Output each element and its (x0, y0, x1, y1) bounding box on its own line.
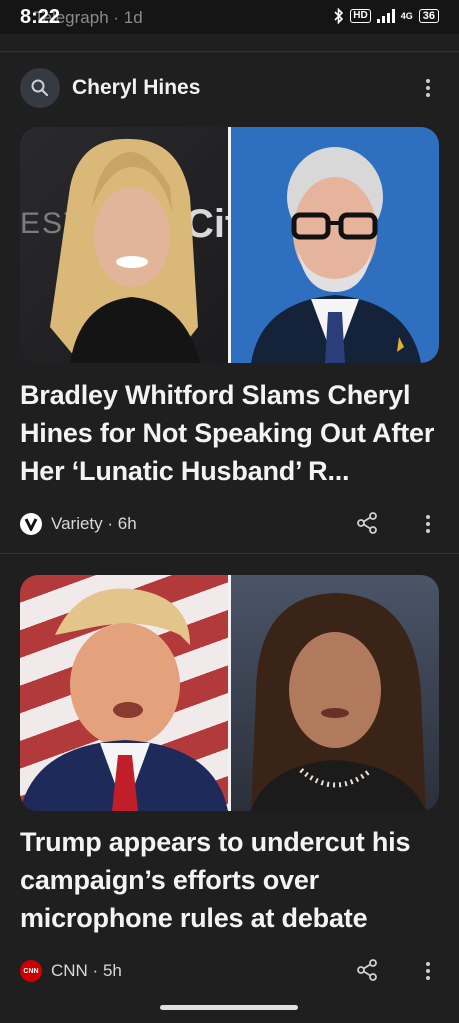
photo-donald-trump (20, 575, 228, 811)
card-divider (0, 553, 459, 554)
portrait-man (251, 147, 421, 363)
card-divider (0, 51, 459, 52)
article-source-row: CNN CNN · 5h (20, 958, 440, 984)
search-icon[interactable] (20, 68, 60, 108)
bluetooth-icon (334, 8, 344, 24)
battery-indicator: 36 (418, 9, 439, 23)
share-icon[interactable] (356, 511, 378, 535)
signal-icon (376, 9, 395, 23)
status-bar: Telegraph · 1d 8:22 HD 4G 36 (0, 0, 459, 34)
network-type: 4G (400, 11, 413, 21)
topic-title[interactable]: Cheryl Hines (72, 76, 200, 100)
status-time: 8:22 (20, 6, 61, 28)
article-more-icon[interactable] (418, 959, 438, 983)
hd-badge: HD (350, 9, 371, 23)
cnn-logo-text: CNN (23, 967, 39, 975)
photo-cheryl-hines: EST Cit (20, 127, 238, 363)
article-source-label: Variety · 6h (51, 514, 137, 533)
photo-bradley-whitford (231, 127, 439, 363)
topic-more-icon[interactable] (418, 76, 438, 100)
photo-kamala-harris (231, 575, 439, 811)
status-icons: HD 4G 36 (334, 8, 439, 24)
gesture-nav-handle[interactable] (160, 1005, 298, 1010)
portrait-man (20, 588, 228, 811)
article-image[interactable]: EST Cit (20, 127, 439, 363)
portrait-woman (251, 593, 426, 811)
portrait-woman (50, 138, 200, 363)
share-icon[interactable] (356, 958, 378, 982)
article-source-row: Variety · 6h (20, 511, 440, 537)
cnn-logo-icon: CNN (20, 960, 42, 982)
topic-header[interactable]: Cheryl Hines (20, 68, 440, 108)
article-source-label: CNN · 5h (51, 961, 122, 980)
article-headline[interactable]: Bradley Whitford Slams Cheryl Hines for … (20, 376, 440, 490)
article-more-icon[interactable] (418, 512, 438, 536)
article-headline[interactable]: Trump appears to undercut his campaign’s… (20, 823, 440, 937)
article-image[interactable] (20, 575, 439, 811)
variety-logo-icon (20, 513, 42, 535)
